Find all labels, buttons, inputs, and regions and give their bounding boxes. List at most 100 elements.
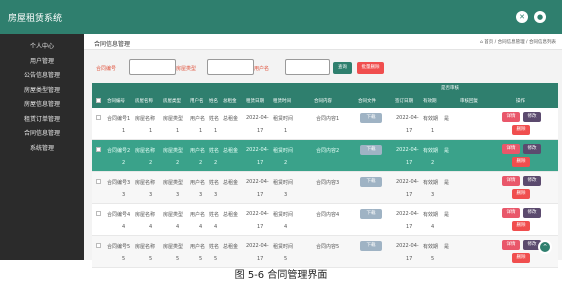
cell-lease-date-2: 17 (257, 256, 264, 262)
close-icon[interactable]: ✕ (516, 11, 528, 23)
cell-username-2: 3 (199, 192, 203, 198)
header-bar: 合同信息管理 ⌂ 首页 / 合同信息管理 / 合同信息列表 (84, 34, 562, 50)
cell-username: 用户名 (190, 180, 206, 186)
house-type-input[interactable] (207, 59, 254, 75)
cell-contract-no: 合同编号5 (107, 244, 131, 250)
cell-audit: 是 (444, 180, 450, 186)
edit-button[interactable]: 修改 (523, 144, 541, 154)
sidebar-item-contracts[interactable]: 合同信息管理 (0, 127, 84, 142)
view-button[interactable]: 详情 (502, 208, 520, 218)
table-group-header: 是否审核 (92, 83, 558, 93)
th-audit-reply[interactable]: 审核回复 (460, 98, 478, 104)
sidebar-item-system[interactable]: 系统管理 (0, 142, 84, 157)
cell-house-type: 房屋类型 (163, 116, 184, 122)
cell-valid-2: 2 (431, 160, 435, 166)
th-file[interactable]: 合同文件 (358, 98, 376, 104)
view-button[interactable]: 详情 (502, 112, 520, 122)
cell-house-name: 房屋名称 (135, 116, 156, 122)
cell-name-2: 4 (214, 224, 218, 230)
contract-no-label: 合同编号 (96, 66, 117, 72)
cell-sign-date: 2022-04- (396, 179, 419, 185)
delete-button[interactable]: 删除 (512, 221, 530, 231)
username-input[interactable] (285, 59, 330, 75)
download-button[interactable]: 下载 (360, 113, 382, 123)
delete-button[interactable]: 删除 (512, 189, 530, 199)
th-actions: 操作 (516, 99, 525, 104)
th-lease-date[interactable]: 租赁日期 (246, 98, 264, 104)
sidebar-item-rental-orders[interactable]: 租赁订单管理 (0, 113, 84, 128)
sidebar: 个人中心 用户管理 公告信息管理 房屋类型管理 房屋信息管理 租赁订单管理 合同… (0, 34, 84, 260)
cell-content: 合同内容5 (316, 244, 340, 250)
cell-contract-no-2: 4 (122, 224, 126, 230)
row-checkbox[interactable] (96, 179, 101, 184)
cell-audit: 是 (444, 116, 450, 122)
scroll-top-icon[interactable]: ⌃ (538, 240, 552, 254)
table-row[interactable]: 合同编号4 房屋名称 房屋类型 用户名 姓名 总租金 2022-04- 租赁时间… (92, 204, 558, 236)
delete-button[interactable]: 删除 (512, 253, 530, 263)
delete-button[interactable]: 删除 (512, 125, 530, 135)
edit-button[interactable]: 修改 (523, 208, 541, 218)
table-row[interactable]: 合同编号1 房屋名称 房屋类型 用户名 姓名 总租金 2022-04- 租赁时间… (92, 108, 558, 140)
cell-house-type-2: 4 (176, 224, 180, 230)
cell-house-name-2: 1 (149, 128, 153, 134)
th-contract-no[interactable]: 合同编号 (107, 98, 125, 104)
edit-button[interactable]: 修改 (523, 112, 541, 122)
th-house-name[interactable]: 房屋名称 (135, 98, 153, 104)
cell-total-rent: 总租金 (223, 116, 239, 122)
house-type-label: 房屋类型 (176, 66, 197, 72)
table-row[interactable]: 合同编号2 房屋名称 房屋类型 用户名 姓名 总租金 2022-04- 租赁时间… (92, 140, 558, 172)
row-checkbox[interactable] (96, 211, 101, 216)
cell-house-name-2: 2 (149, 160, 153, 166)
view-button[interactable]: 详情 (502, 144, 520, 154)
cell-lease-date: 2022-04- (246, 147, 269, 153)
cell-contract-no: 合同编号4 (107, 212, 131, 218)
th-lease-time[interactable]: 租赁时间 (273, 98, 291, 104)
sidebar-item-personal-center[interactable]: 个人中心 (0, 40, 84, 55)
cell-sign-date-2: 17 (406, 192, 413, 198)
view-button[interactable]: 详情 (502, 176, 520, 186)
download-button[interactable]: 下载 (360, 209, 382, 219)
th-name[interactable]: 姓名 (209, 98, 218, 104)
th-total-rent[interactable]: 总租金 (223, 98, 237, 104)
th-valid[interactable]: 有效期 (423, 98, 437, 104)
cell-house-name: 房屋名称 (135, 244, 156, 250)
th-username[interactable]: 用户名 (190, 98, 204, 104)
breadcrumb[interactable]: ⌂ 首页 / 合同信息管理 / 合同信息列表 (480, 39, 556, 45)
cell-house-type: 房屋类型 (163, 212, 184, 218)
cell-sign-date: 2022-04- (396, 243, 419, 249)
contract-no-input[interactable] (129, 59, 176, 75)
figure-caption: 图 5-6 合同管理界面 (234, 270, 328, 281)
select-all-checkbox[interactable] (96, 98, 101, 103)
cell-house-type-2: 2 (176, 160, 180, 166)
view-button[interactable]: 详情 (502, 240, 520, 250)
delete-button[interactable]: 删除 (512, 157, 530, 167)
cell-contract-no-2: 1 (122, 128, 126, 134)
cell-lease-time: 租赁时间 (273, 148, 294, 154)
th-content[interactable]: 合同内容 (314, 98, 332, 104)
cell-name-2: 1 (214, 128, 218, 134)
sidebar-item-users[interactable]: 用户管理 (0, 55, 84, 70)
table-row[interactable]: 合同编号5 房屋名称 房屋类型 用户名 姓名 总租金 2022-04- 租赁时间… (92, 236, 558, 268)
batch-delete-button[interactable]: 批量删除 (357, 62, 384, 74)
row-checkbox[interactable] (96, 115, 101, 120)
table-row[interactable]: 合同编号3 房屋名称 房屋类型 用户名 姓名 总租金 2022-04- 租赁时间… (92, 172, 558, 204)
th-sign-date[interactable]: 签订日期 (395, 98, 413, 104)
th-house-type[interactable]: 房屋类型 (163, 98, 181, 104)
sidebar-item-house-types[interactable]: 房屋类型管理 (0, 84, 84, 99)
row-checkbox[interactable] (96, 147, 101, 152)
sidebar-item-house-info[interactable]: 房屋信息管理 (0, 98, 84, 113)
cell-name: 姓名 (209, 148, 220, 154)
cell-lease-date: 2022-04- (246, 243, 269, 249)
cell-house-type-2: 1 (176, 128, 180, 134)
search-button[interactable]: 查询 (333, 62, 352, 74)
cell-username: 用户名 (190, 148, 206, 154)
row-checkbox[interactable] (96, 243, 101, 248)
cell-total-rent: 总租金 (223, 180, 239, 186)
download-button[interactable]: 下载 (360, 145, 382, 155)
edit-button[interactable]: 修改 (523, 176, 541, 186)
app-title: 房屋租赁系统 (8, 14, 63, 24)
download-button[interactable]: 下载 (360, 241, 382, 251)
download-button[interactable]: 下载 (360, 177, 382, 187)
user-icon[interactable]: ● (534, 11, 546, 23)
sidebar-item-announcements[interactable]: 公告信息管理 (0, 69, 84, 84)
